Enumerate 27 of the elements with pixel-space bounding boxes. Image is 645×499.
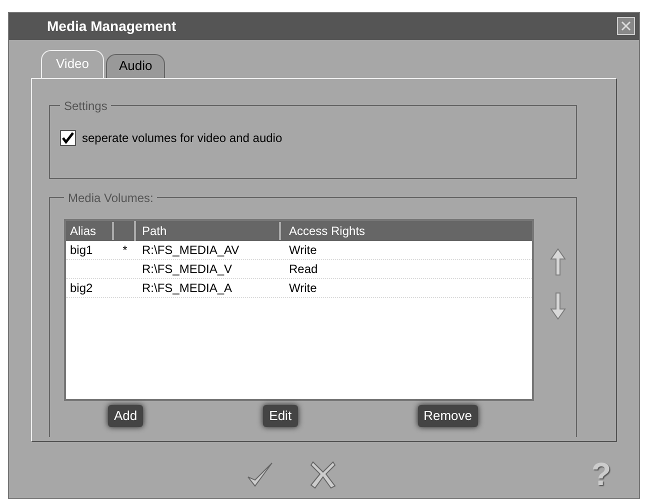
check-icon <box>62 132 74 144</box>
group-title: Settings <box>63 98 108 115</box>
table-cell: R:\FS_MEDIA_V <box>142 262 232 276</box>
checkbox-label: seperate volumes for video and audio <box>82 130 282 147</box>
tab[interactable]: Audio <box>106 54 166 78</box>
table-cell: * <box>122 242 128 257</box>
window-title: Media Management <box>47 16 176 36</box>
up-arrow-icon[interactable] <box>550 246 566 277</box>
action-button[interactable]: Edit <box>263 404 298 427</box>
table-cell: big1 <box>70 242 93 257</box>
table-cell: Write <box>289 242 317 257</box>
table-cell: big2 <box>70 280 93 295</box>
table-cell: Read <box>289 262 318 276</box>
close-button[interactable] <box>617 17 635 36</box>
cancel-x-icon[interactable] <box>309 459 337 489</box>
checkbox[interactable] <box>60 130 76 146</box>
table-cell: Write <box>289 280 317 295</box>
close-icon <box>621 21 631 32</box>
table-cell: R:\FS_MEDIA_A <box>142 280 232 295</box>
action-button[interactable]: Remove <box>418 404 478 427</box>
column-header[interactable]: Alias <box>66 222 114 240</box>
group-title: Media Volumes: <box>67 190 154 207</box>
table-cell: R:\FS_MEDIA_AV <box>142 242 240 257</box>
column-header[interactable]: Access Rights <box>281 222 532 240</box>
action-button[interactable]: Add <box>108 404 144 427</box>
down-arrow-icon[interactable] <box>550 290 566 321</box>
column-header[interactable]: Path <box>136 222 281 240</box>
